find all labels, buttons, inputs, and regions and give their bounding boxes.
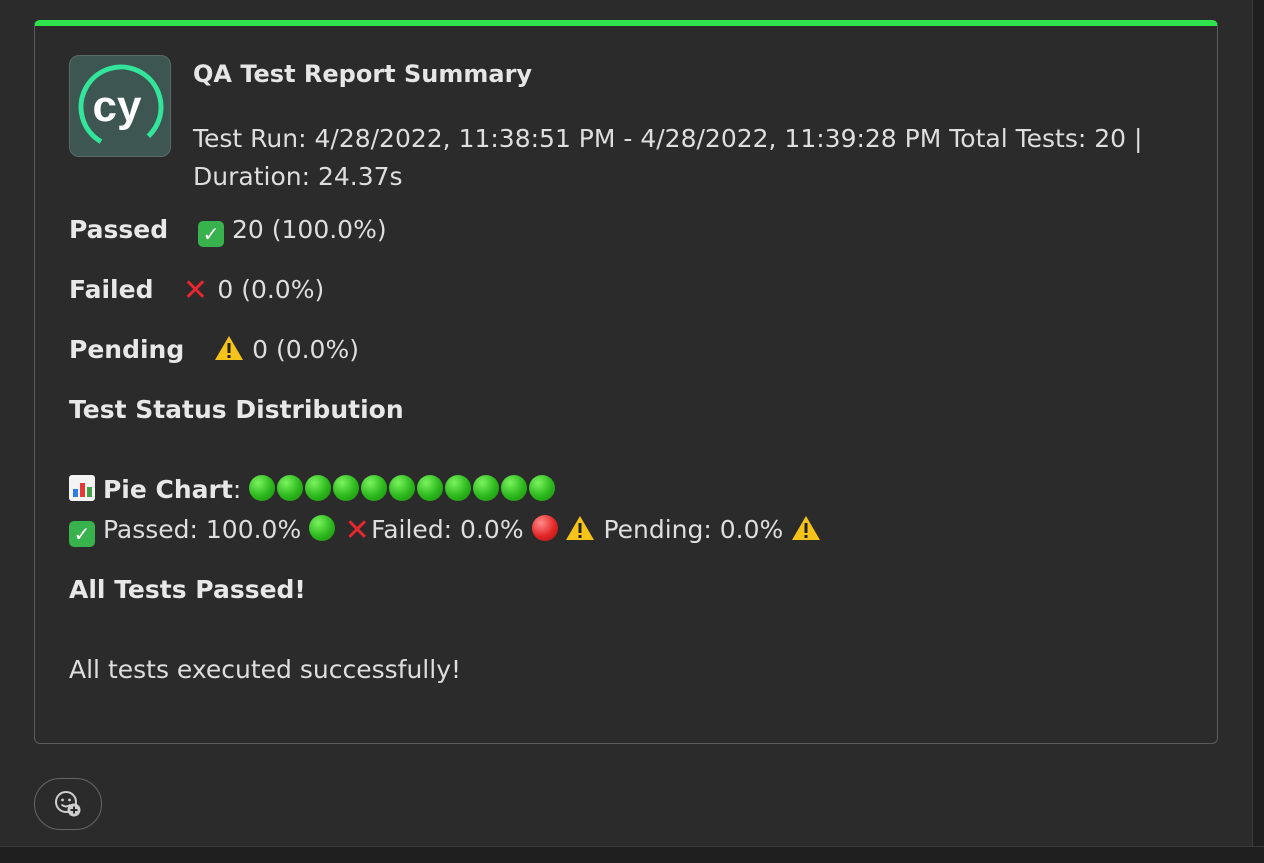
red-circle-icon xyxy=(531,515,558,541)
pending-value: 0 (0.0%) xyxy=(252,335,359,364)
distribution-heading: Test Status Distribution xyxy=(69,395,404,424)
bar-chart-icon xyxy=(69,475,95,501)
result-message: All tests executed successfully! xyxy=(69,655,462,684)
green-circle-icon xyxy=(361,475,388,501)
pie-chart-row: Pie Chart: xyxy=(69,474,557,506)
green-circle-icon xyxy=(473,475,500,501)
legend-passed: Passed: 100.0% xyxy=(102,515,302,544)
warning-icon xyxy=(214,335,244,361)
report-card: cy QA Test Report Summary Test Run: 4/28… xyxy=(34,20,1218,744)
check-mark-button-icon: ✓ xyxy=(69,521,95,547)
green-circle-icon xyxy=(277,475,304,501)
warning-icon xyxy=(791,515,821,541)
green-circle-icon xyxy=(333,475,360,501)
passed-row: Passed ✓ 20 (100.0%) xyxy=(69,214,387,247)
add-reaction-icon xyxy=(55,791,81,817)
legend-pending: Pending: 0.0% xyxy=(603,515,784,544)
legend-row: ✓ Passed: 100.0% ✕Failed: 0.0% Pending: … xyxy=(69,514,821,547)
logo-text: cy xyxy=(93,82,142,131)
bottom-divider xyxy=(0,846,1264,863)
green-circle-icon xyxy=(501,475,528,501)
warning-icon xyxy=(565,515,595,541)
green-circle-icon xyxy=(249,475,276,501)
report-title: QA Test Report Summary xyxy=(193,60,533,88)
passed-value: 20 (100.0%) xyxy=(232,215,387,244)
scrollbar-track[interactable] xyxy=(1252,0,1264,862)
pie-chart-dots xyxy=(249,475,557,504)
pending-row: Pending 0 (0.0%) xyxy=(69,334,359,366)
green-circle-icon xyxy=(309,515,336,541)
run-info: Test Run: 4/28/2022, 11:38:51 PM - 4/28/… xyxy=(193,124,1143,191)
legend-failed: Failed: 0.0% xyxy=(371,515,524,544)
pending-label: Pending xyxy=(69,335,185,364)
result-heading: All Tests Passed! xyxy=(69,575,306,604)
cross-mark-icon: ✕ xyxy=(344,513,370,548)
pie-chart-label: Pie Chart xyxy=(102,475,233,504)
failed-label: Failed xyxy=(69,275,154,304)
pie-chart-separator: : xyxy=(232,475,242,504)
cross-mark-icon: ✕ xyxy=(182,273,208,308)
green-circle-icon xyxy=(389,475,416,501)
check-mark-button-icon: ✓ xyxy=(198,221,225,247)
green-circle-icon xyxy=(305,475,332,501)
cypress-logo-icon: cy xyxy=(69,55,171,157)
add-reaction-button[interactable] xyxy=(34,778,102,830)
failed-value: 0 (0.0%) xyxy=(217,275,325,304)
green-circle-icon xyxy=(529,475,556,501)
green-circle-icon xyxy=(417,475,444,501)
passed-label: Passed xyxy=(69,215,169,244)
green-circle-icon xyxy=(445,475,472,501)
failed-row: Failed ✕ 0 (0.0%) xyxy=(69,274,324,306)
